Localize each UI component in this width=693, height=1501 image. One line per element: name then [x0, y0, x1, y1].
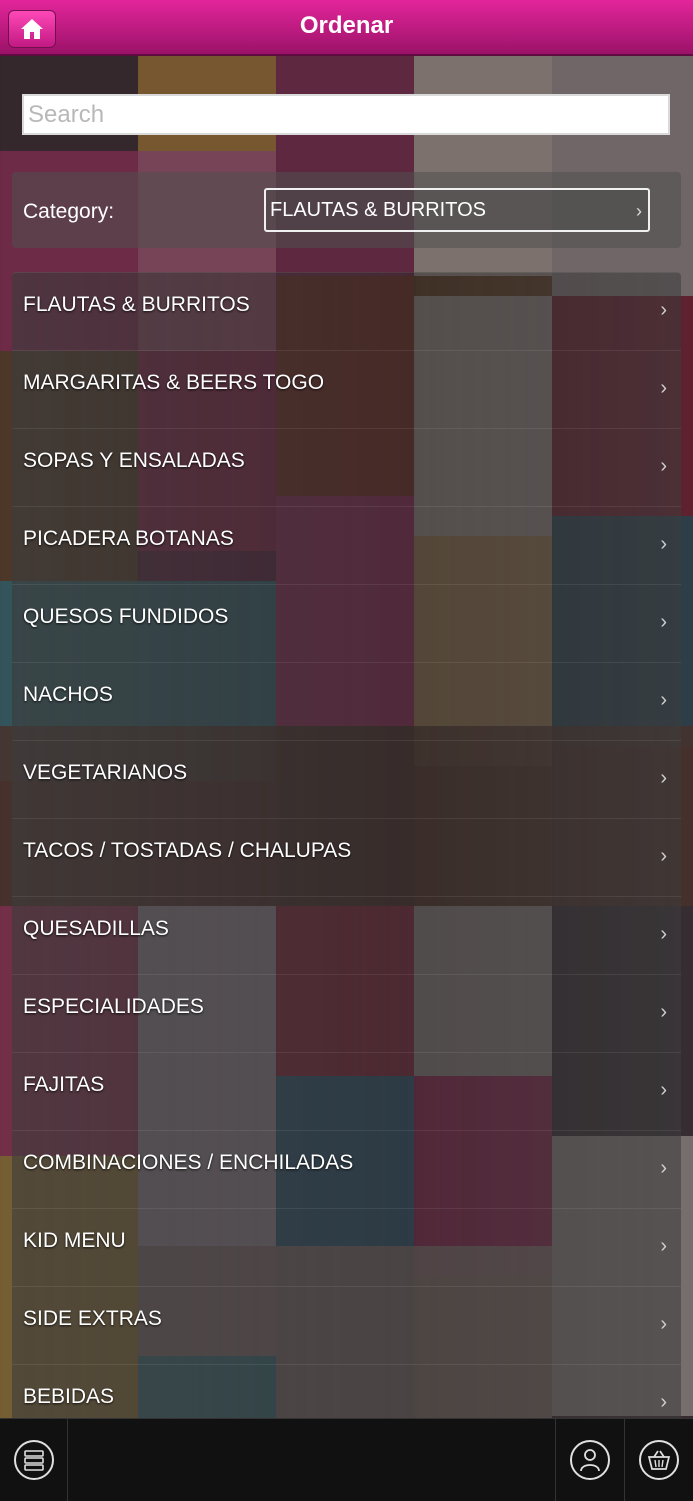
category-selected-value: FLAUTAS & BURRITOS	[270, 198, 486, 221]
chevron-right-icon: ›	[660, 1079, 667, 1101]
menu-item-label: SIDE EXTRAS	[23, 1307, 162, 1330]
chevron-right-icon: ›	[660, 611, 667, 633]
menu-item[interactable]: MARGARITAS & BEERS TOGO ›	[12, 350, 681, 428]
chevron-right-icon: ›	[660, 299, 667, 321]
menu-item[interactable]: QUESOS FUNDIDOS ›	[12, 584, 681, 662]
chevron-right-icon: ›	[660, 689, 667, 711]
menu-item-label: VEGETARIANOS	[23, 761, 188, 784]
chevron-right-icon: ›	[660, 845, 667, 867]
footer-bar	[0, 1418, 693, 1501]
menu-item[interactable]: SOPAS Y ENSALADAS ›	[12, 428, 681, 506]
menu-item-label: COMBINACIONES / ENCHILADAS	[23, 1151, 354, 1174]
menu-item-label: QUESADILLAS	[23, 917, 169, 940]
menu-list: FLAUTAS & BURRITOS › MARGARITAS & BEERS …	[12, 272, 681, 1442]
user-icon	[570, 1440, 610, 1480]
menu-item-label: TACOS / TOSTADAS / CHALUPAS	[23, 839, 352, 862]
menu-item-label: BEBIDAS	[23, 1385, 115, 1408]
menu-item[interactable]: SIDE EXTRAS ›	[12, 1286, 681, 1364]
menu-item[interactable]: PICADERA BOTANAS ›	[12, 506, 681, 584]
chevron-right-icon: ›	[660, 533, 667, 555]
menu-item[interactable]: TACOS / TOSTADAS / CHALUPAS ›	[12, 818, 681, 896]
menu-item[interactable]: COMBINACIONES / ENCHILADAS ›	[12, 1130, 681, 1208]
menu-item-label: FAJITAS	[23, 1073, 105, 1096]
cart-button[interactable]	[624, 1419, 693, 1501]
menu-item-label: FLAUTAS & BURRITOS	[23, 293, 250, 316]
menu-item-label: KID MENU	[23, 1229, 126, 1252]
menu-item-label: MARGARITAS & BEERS TOGO	[23, 371, 325, 394]
category-select[interactable]: FLAUTAS & BURRITOS ›	[264, 188, 650, 232]
search-input[interactable]	[22, 94, 670, 135]
chevron-right-icon: ›	[660, 767, 667, 789]
server-icon	[13, 1440, 54, 1480]
chevron-right-icon: ›	[660, 1313, 667, 1335]
basket-icon	[639, 1440, 679, 1480]
page-title: Ordenar	[299, 12, 394, 39]
chevron-right-icon: ›	[660, 1001, 667, 1023]
menu-item-label: QUESOS FUNDIDOS	[23, 605, 229, 628]
chevron-right-icon: ›	[660, 923, 667, 945]
header-bar: Ordenar	[0, 0, 693, 56]
account-button[interactable]	[555, 1419, 624, 1501]
menu-item[interactable]: KID MENU ›	[12, 1208, 681, 1286]
menu-item[interactable]: NACHOS ›	[12, 662, 681, 740]
search-container	[22, 94, 670, 135]
menu-item[interactable]: FLAUTAS & BURRITOS ›	[12, 272, 681, 350]
chevron-right-icon: ›	[636, 201, 642, 221]
menu-item[interactable]: ESPECIALIDADES ›	[12, 974, 681, 1052]
chevron-right-icon: ›	[660, 1157, 667, 1179]
menu-item-label: PICADERA BOTANAS	[23, 527, 234, 550]
menu-item-label: SOPAS Y ENSALADAS	[23, 449, 245, 472]
menu-item[interactable]: FAJITAS ›	[12, 1052, 681, 1130]
chevron-right-icon: ›	[660, 377, 667, 399]
category-label: Category:	[23, 200, 115, 223]
left-menu-button[interactable]	[0, 1419, 68, 1501]
menu-item-label: ESPECIALIDADES	[23, 995, 204, 1018]
chevron-right-icon: ›	[660, 1235, 667, 1257]
menu-item[interactable]: QUESADILLAS ›	[12, 896, 681, 974]
menu-item-label: NACHOS	[23, 683, 113, 706]
menu-item[interactable]: VEGETARIANOS ›	[12, 740, 681, 818]
chevron-right-icon: ›	[660, 1391, 667, 1413]
category-bar: Category: FLAUTAS & BURRITOS ›	[12, 172, 681, 248]
chevron-right-icon: ›	[660, 455, 667, 477]
